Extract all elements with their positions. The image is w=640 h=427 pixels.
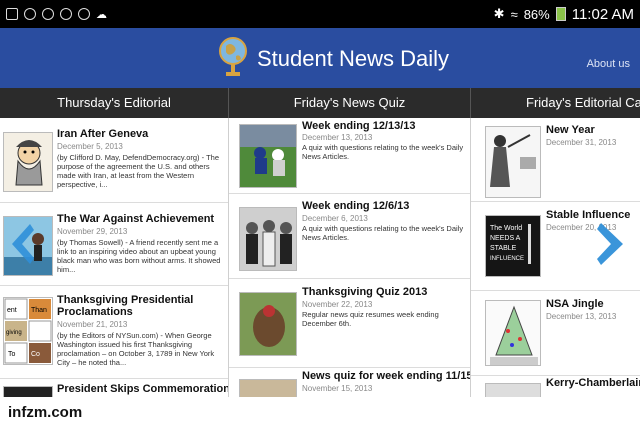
previous-arrow-icon[interactable]	[8, 222, 36, 266]
tab-fridays-news-quiz[interactable]: Friday's News Quiz	[229, 88, 470, 118]
thumbnail-word: ent	[7, 307, 17, 314]
list-item[interactable]: The War Against Achievement November 29,…	[0, 204, 228, 286]
list-item[interactable]: The World NEEDS A STABLE INFLUENCE Stabl…	[471, 203, 640, 291]
clock: 11:02 AM	[571, 5, 634, 23]
article-thumbnail	[3, 132, 53, 192]
notification-icon	[42, 8, 54, 20]
article-summary: (by Clifford D. May, DefendDemocracy.org…	[57, 153, 219, 189]
quiz-date: December 13, 2013	[302, 133, 373, 142]
tab-fridays-editorial-cartoon[interactable]: Friday's Editorial Car	[471, 88, 640, 118]
article-date: December 5, 2013	[57, 142, 123, 151]
cartoon-thumbnail	[485, 126, 541, 198]
list-item[interactable]: Week ending 12/6/13 December 6, 2013 A q…	[229, 195, 470, 279]
list-item[interactable]: ent Than giving To Co Thanksgiving Presi…	[0, 287, 228, 379]
quiz-description: A quiz with questions relating to the we…	[302, 224, 464, 242]
quiz-date: December 6, 2013	[302, 214, 368, 223]
list-item[interactable]: NSA Jingle December 13, 2013	[471, 292, 640, 376]
cloud-upload-icon: ☁	[96, 8, 107, 21]
list-item[interactable]: New Year December 31, 2013	[471, 118, 640, 202]
list-item[interactable]: Week ending 12/13/13 December 13, 2013 A…	[229, 118, 470, 194]
news-quiz-column: Week ending 12/13/13 December 13, 2013 A…	[229, 118, 470, 397]
thumbnail-word: giving	[6, 330, 22, 336]
editorial-column: Iran After Geneva December 5, 2013 (by C…	[0, 118, 228, 397]
section-tab-bar: Thursday's Editorial Friday's News Quiz …	[0, 88, 640, 118]
editorial-cartoon-column: New Year December 31, 2013 The World NEE…	[471, 118, 640, 397]
article-date: November 29, 2013	[57, 227, 128, 236]
quiz-thumbnail	[239, 292, 297, 356]
wifi-icon: ≈	[510, 6, 518, 22]
list-item[interactable]: Iran After Geneva December 5, 2013 (by C…	[0, 118, 228, 203]
thumbnail-word: Than	[31, 307, 47, 314]
article-title: Iran After Geneva	[57, 128, 149, 140]
quiz-title: News quiz for week ending 11/15/13	[302, 370, 470, 382]
footer-strip	[0, 397, 640, 427]
next-arrow-icon[interactable]	[595, 221, 627, 267]
article-date: November 21, 2013	[57, 320, 128, 329]
battery-icon	[555, 7, 566, 21]
cartoon-thumbnail	[485, 383, 541, 397]
quiz-date: November 15, 2013	[302, 384, 373, 393]
status-bar: ☁ ✱ ≈ 86% 11:02 AM	[0, 0, 640, 28]
about-us-link[interactable]: About us	[587, 58, 630, 70]
cartoon-title: New Year	[546, 124, 595, 136]
cartoon-thumbnail: The World NEEDS A STABLE INFLUENCE	[485, 215, 541, 277]
thumbnail-word: Co	[31, 351, 40, 358]
cartoon-title: NSA Jingle	[546, 298, 604, 310]
quiz-thumbnail	[239, 124, 297, 188]
bluetooth-icon: ✱	[493, 6, 505, 21]
cartoon-caption: STABLE	[490, 245, 517, 252]
quiz-title: Week ending 12/13/13	[302, 120, 416, 132]
list-item[interactable]: President Skips Commemoration of	[0, 380, 228, 397]
list-item[interactable]: News quiz for week ending 11/15/13 Novem…	[229, 369, 470, 397]
article-thumbnail: ent Than giving To Co	[3, 297, 53, 365]
list-item[interactable]: Thanksgiving Quiz 2013 November 22, 2013…	[229, 280, 470, 368]
article-title: The War Against Achievement	[57, 213, 215, 225]
quiz-thumbnail	[239, 379, 297, 397]
notification-icon	[24, 8, 36, 20]
notification-icon	[78, 8, 90, 20]
notification-icon	[60, 8, 72, 20]
quiz-date: November 22, 2013	[302, 300, 373, 309]
cartoon-date: December 13, 2013	[546, 312, 617, 321]
quiz-description: Regular news quiz resumes week ending De…	[302, 310, 439, 328]
cartoon-date: December 31, 2013	[546, 138, 617, 147]
quiz-thumbnail	[239, 207, 297, 271]
article-title: President Skips Commemoration of	[57, 383, 228, 395]
quiz-description: A quiz with questions relating to the we…	[302, 143, 464, 161]
quiz-title: Thanksgiving Quiz 2013	[302, 286, 428, 298]
battery-percent: 86%	[523, 6, 550, 22]
article-summary: (by the Editors of NYSun.com) - When Geo…	[57, 331, 215, 367]
cartoon-caption: INFLUENCE	[490, 256, 524, 262]
article-thumbnail	[3, 386, 53, 397]
app-header: Student News Daily About us	[0, 28, 640, 88]
cartoon-caption: The World	[490, 225, 522, 232]
cartoon-title: Kerry-Chamberlain	[546, 377, 640, 389]
cartoon-thumbnail	[485, 300, 541, 366]
quiz-title: Week ending 12/6/13	[302, 200, 410, 212]
watermark: infzm.com	[8, 404, 83, 421]
article-summary: (by Thomas Sowell) - A friend recently s…	[57, 238, 221, 274]
app-title: Student News Daily	[257, 46, 449, 71]
tab-thursdays-editorial[interactable]: Thursday's Editorial	[0, 88, 228, 118]
article-title: Thanksgiving Presidential Proclamations	[57, 294, 194, 318]
gallery-icon	[6, 8, 18, 20]
cartoon-title: Stable Influence	[546, 209, 631, 221]
cartoon-caption: NEEDS A	[490, 235, 521, 242]
thumbnail-word: To	[8, 351, 16, 358]
list-item[interactable]: Kerry-Chamberlain	[471, 377, 640, 397]
globe-logo-icon	[219, 37, 247, 76]
